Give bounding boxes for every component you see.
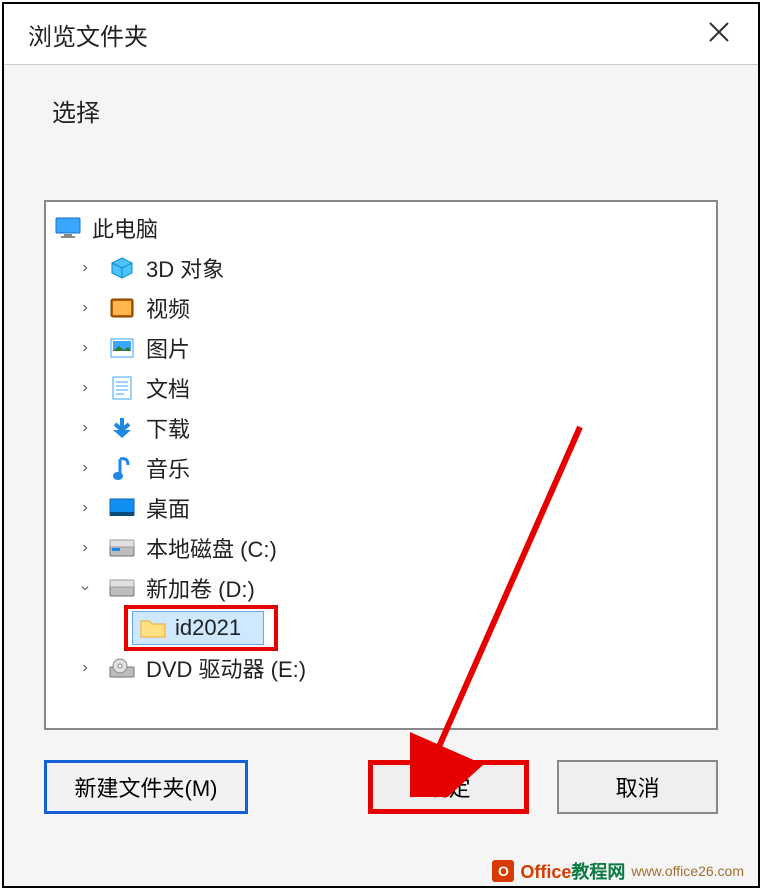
cancel-button[interactable]: 取消	[557, 760, 718, 814]
tree-item-3d-objects[interactable]: › 3D 对象	[46, 248, 716, 288]
watermark-text1: Office	[520, 862, 571, 882]
tree-root-this-pc[interactable]: 此电脑	[46, 208, 716, 248]
tree-item-dvd-drive-e[interactable]: › DVD 驱动器 (E:)	[46, 648, 716, 688]
button-row: 新建文件夹(M) 确定 取消	[4, 730, 758, 814]
desktop-icon	[108, 494, 136, 522]
chevron-right-icon[interactable]: ›	[76, 299, 94, 317]
tree-item-local-disk-c[interactable]: › 本地磁盘 (C:)	[46, 528, 716, 568]
folder-icon	[139, 614, 167, 642]
tree-item-selected-id2021[interactable]: id2021	[46, 608, 716, 648]
drive-icon	[108, 574, 136, 602]
tree-label: 图片	[146, 332, 190, 364]
titlebar: 浏览文件夹	[4, 4, 758, 65]
browse-folder-dialog: 浏览文件夹 选择 此电脑 › 3D 对象 ›	[2, 2, 760, 888]
new-folder-button[interactable]: 新建文件夹(M)	[44, 760, 248, 814]
watermark: O Office教程网 www.office26.com	[492, 858, 744, 884]
chevron-right-icon[interactable]: ›	[76, 339, 94, 357]
download-icon	[108, 414, 136, 442]
selection-highlight: id2021	[124, 605, 278, 651]
chevron-right-icon[interactable]: ›	[76, 659, 94, 677]
tree-label: 桌面	[146, 492, 190, 524]
chevron-right-icon[interactable]: ›	[76, 499, 94, 517]
ok-button[interactable]: 确定	[368, 760, 529, 814]
tree-item-desktop[interactable]: › 桌面	[46, 488, 716, 528]
tree-label: 新加卷 (D:)	[146, 572, 255, 604]
tree-label: DVD 驱动器 (E:)	[146, 652, 306, 684]
chevron-right-icon[interactable]: ›	[76, 419, 94, 437]
tree-label: 下载	[146, 412, 190, 444]
chevron-right-icon[interactable]: ›	[76, 379, 94, 397]
chevron-right-icon[interactable]: ›	[76, 259, 94, 277]
tree-label: 此电脑	[92, 212, 158, 244]
tree-label: 视频	[146, 292, 190, 324]
document-icon	[108, 374, 136, 402]
close-icon[interactable]	[698, 14, 740, 54]
chevron-down-icon[interactable]: ›	[76, 579, 94, 597]
tree-label: id2021	[175, 615, 241, 641]
chevron-right-icon[interactable]: ›	[76, 539, 94, 557]
tree-item-volume-d[interactable]: › 新加卷 (D:)	[46, 568, 716, 608]
folder-tree[interactable]: 此电脑 › 3D 对象 › 视频 › 图	[44, 200, 718, 730]
tree-label: 音乐	[146, 452, 190, 484]
tree-label: 3D 对象	[146, 252, 224, 284]
tree-item-music[interactable]: › 音乐	[46, 448, 716, 488]
music-icon	[108, 454, 136, 482]
watermark-text2: 教程网	[571, 862, 625, 882]
dialog-subtitle: 选择	[4, 65, 758, 148]
dialog-title: 浏览文件夹	[28, 17, 148, 52]
tree-item-downloads[interactable]: › 下载	[46, 408, 716, 448]
chevron-right-icon[interactable]: ›	[76, 459, 94, 477]
tree-label: 本地磁盘 (C:)	[146, 532, 277, 564]
cube-icon	[108, 254, 136, 282]
tree-label: 文档	[146, 372, 190, 404]
tree-item-documents[interactable]: › 文档	[46, 368, 716, 408]
monitor-icon	[54, 214, 82, 242]
watermark-url: www.office26.com	[631, 863, 744, 879]
picture-icon	[108, 334, 136, 362]
video-icon	[108, 294, 136, 322]
drive-icon	[108, 534, 136, 562]
dvd-drive-icon	[108, 654, 136, 682]
office-logo-icon: O	[492, 860, 514, 882]
tree-item-videos[interactable]: › 视频	[46, 288, 716, 328]
tree-item-pictures[interactable]: › 图片	[46, 328, 716, 368]
